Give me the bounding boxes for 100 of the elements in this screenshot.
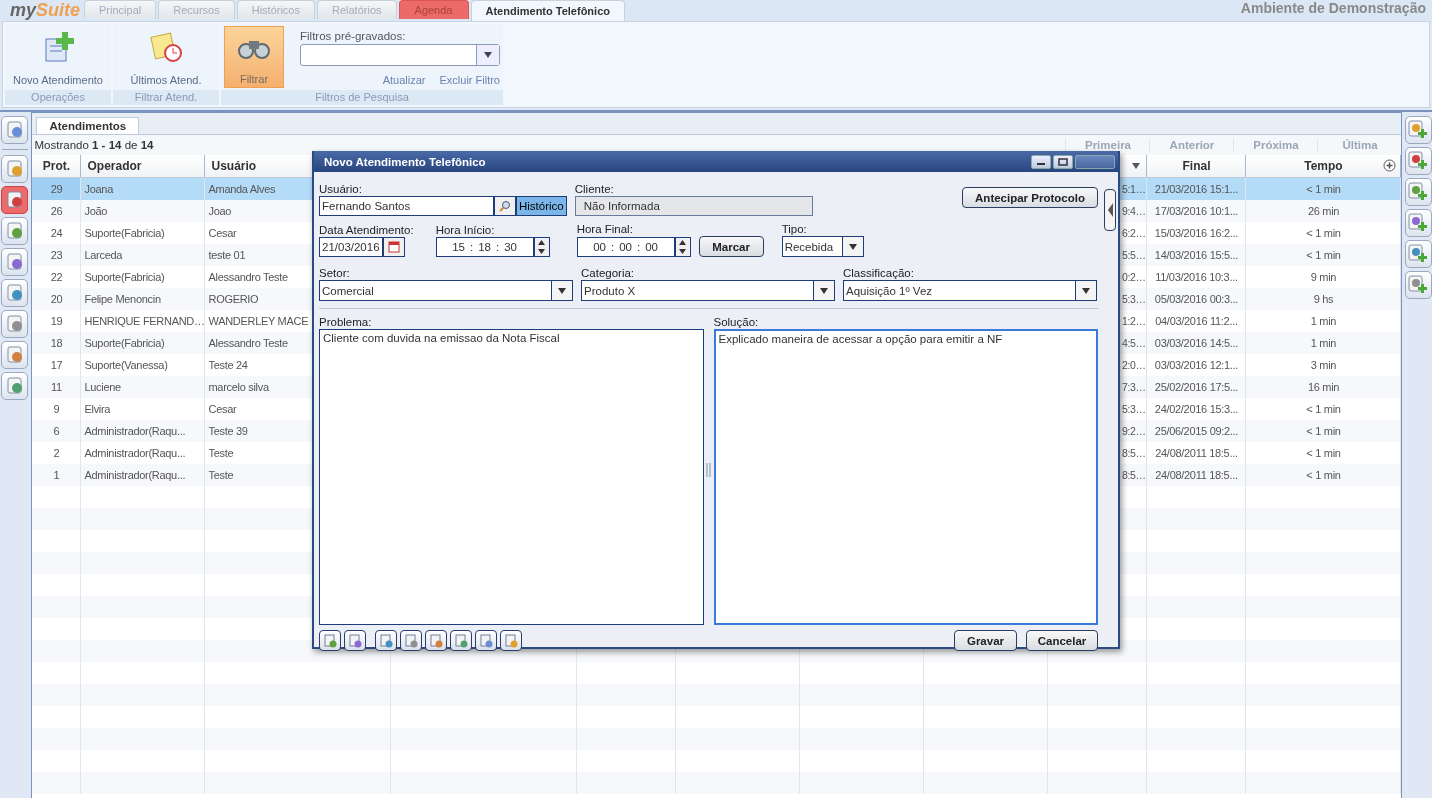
- document-plus-icon: [1407, 119, 1430, 141]
- table-cell: Amanda Alves: [208, 183, 276, 195]
- table-cell: 2:0…: [1122, 359, 1146, 371]
- column-header[interactable]: Operador: [87, 159, 142, 173]
- table-cell: 24/02/2016 15:3...: [1154, 403, 1239, 415]
- toolbar-button[interactable]: [1404, 209, 1432, 237]
- module-tab[interactable]: Atendimento Telefônico: [470, 0, 625, 21]
- toolbar-button[interactable]: [1, 279, 29, 307]
- table-cell: 9 min: [1310, 271, 1337, 283]
- table-cell: 9:4…: [1122, 205, 1146, 217]
- table-cell: 5:1…: [1122, 183, 1146, 195]
- type-dropdown[interactable]: Recebida: [781, 236, 864, 257]
- toolbar-button[interactable]: [1404, 240, 1432, 268]
- table-cell: teste 01: [208, 249, 246, 261]
- table-cell: 19: [50, 315, 63, 327]
- tool-button[interactable]: [344, 630, 366, 651]
- search-button[interactable]: [494, 196, 516, 216]
- toolbar-button[interactable]: [1, 217, 29, 245]
- minimize-button[interactable]: [1031, 154, 1051, 169]
- time-field[interactable]: 00 : 00 : 00: [576, 236, 675, 257]
- column-header[interactable]: Tempo: [1304, 159, 1343, 173]
- add-column-icon[interactable]: [1383, 159, 1397, 172]
- table-cell: 1: [53, 469, 60, 481]
- table-cell: Suporte(Vanessa): [84, 359, 168, 371]
- table-cell: 8:5…: [1122, 469, 1146, 481]
- filter-link[interactable]: Atualizar: [382, 74, 426, 86]
- table-cell: 26 min: [1307, 205, 1340, 217]
- table-cell: 2: [53, 447, 60, 459]
- toolbar-button[interactable]: [1404, 116, 1432, 144]
- table-cell: 8:5…: [1122, 447, 1146, 459]
- tool-button[interactable]: [425, 630, 447, 651]
- classification-dropdown[interactable]: Aquisição 1º Vez: [843, 280, 1097, 301]
- collapse-handle[interactable]: [1104, 189, 1116, 231]
- maximize-icon: [1058, 157, 1068, 166]
- column-header[interactable]: Final: [1182, 159, 1211, 173]
- sector-dropdown[interactable]: Comercial: [319, 280, 573, 301]
- table-cell: Administrador(Raqu...: [84, 469, 186, 481]
- table-cell: 24: [50, 227, 63, 239]
- toolbar-button[interactable]: [1, 186, 29, 214]
- solution-field[interactable]: Explicado maneira de acessar a opção para emitir a NF: [713, 329, 1098, 625]
- table-cell: 6:2…: [1122, 227, 1146, 239]
- tool-button[interactable]: [475, 630, 497, 651]
- app-logo: mySuite: [9, 0, 82, 21]
- calendar-button[interactable]: [383, 237, 405, 257]
- category-dropdown[interactable]: Produto X: [581, 280, 835, 301]
- toolbar-button[interactable]: [1, 310, 29, 338]
- sort-icon[interactable]: [1132, 163, 1141, 169]
- toolbar-button[interactable]: [1404, 178, 1432, 206]
- down-caret-icon: [538, 249, 546, 254]
- calendar-icon: [388, 241, 400, 253]
- filter-link[interactable]: Excluir Filtro: [439, 74, 500, 86]
- tool-button[interactable]: [375, 630, 397, 651]
- tool-button[interactable]: [500, 630, 522, 651]
- ribbon-button[interactable]: Últimos Atend.: [116, 26, 216, 88]
- table-cell: 5:3…: [1122, 403, 1146, 415]
- toolbar-button[interactable]: [1, 372, 29, 400]
- field-label: Categoria:: [581, 266, 636, 280]
- maximize-button[interactable]: [1053, 154, 1073, 169]
- date-field[interactable]: 21/03/2016: [319, 237, 383, 257]
- table-cell: 18: [50, 337, 63, 349]
- field-label: Hora Final:: [576, 222, 634, 236]
- table-cell: < 1 min: [1306, 183, 1341, 195]
- splitter-grip-icon[interactable]: [706, 463, 711, 477]
- toolbar-button[interactable]: [1, 341, 29, 369]
- time-field[interactable]: 15 : 18 : 30: [435, 237, 534, 257]
- toolbar-button[interactable]: [1, 116, 29, 144]
- ribbon-button[interactable]: Novo Atendimento: [8, 26, 108, 88]
- problem-field[interactable]: Cliente com duvida na emissao da Nota Fiscal: [319, 329, 704, 625]
- tool-button[interactable]: [400, 630, 422, 651]
- table-cell: 25/06/2015 09:2...: [1154, 425, 1239, 437]
- table-cell: Elvira: [84, 403, 111, 415]
- table-cell: 9: [53, 403, 60, 415]
- grid-tab[interactable]: Atendimentos: [36, 117, 140, 134]
- toolbar-button[interactable]: [1, 155, 29, 183]
- table-cell: Alessandro Teste: [208, 271, 288, 283]
- history-button[interactable]: Histórico: [516, 196, 567, 216]
- row-selector-cell[interactable]: 29: [32, 178, 82, 200]
- table-cell: João: [84, 205, 108, 217]
- user-field[interactable]: Fernando Santos: [319, 196, 494, 216]
- dialog-button[interactable]: Gravar: [954, 630, 1017, 651]
- table-cell: HENRIQUE FERNAND…: [84, 315, 205, 327]
- tool-button[interactable]: [450, 630, 472, 651]
- table-cell: 6: [53, 425, 60, 437]
- toolbar-button[interactable]: [1404, 271, 1432, 299]
- dialog-button[interactable]: Cancelar: [1026, 630, 1098, 651]
- search-icon: [499, 200, 511, 212]
- mark-button[interactable]: Marcar: [698, 236, 764, 257]
- table-cell: 03/03/2016 12:1...: [1154, 359, 1239, 371]
- table-cell: 15/03/2016 16:2...: [1154, 227, 1239, 239]
- protocol-button[interactable]: Antecipar Protocolo: [962, 187, 1098, 208]
- column-header[interactable]: Prot.: [42, 159, 71, 173]
- toolbar-button[interactable]: [1, 248, 29, 276]
- table-cell: < 1 min: [1306, 227, 1341, 239]
- column-header[interactable]: Usuário: [211, 159, 257, 173]
- tool-button[interactable]: [319, 630, 341, 651]
- table-cell: Alessandro Teste: [208, 337, 288, 349]
- toolbar-button[interactable]: [1404, 147, 1432, 175]
- table-cell: Cesar: [208, 403, 237, 415]
- saved-filters-dropdown[interactable]: [300, 44, 500, 66]
- table-cell: 17/03/2016 10:1...: [1154, 205, 1239, 217]
